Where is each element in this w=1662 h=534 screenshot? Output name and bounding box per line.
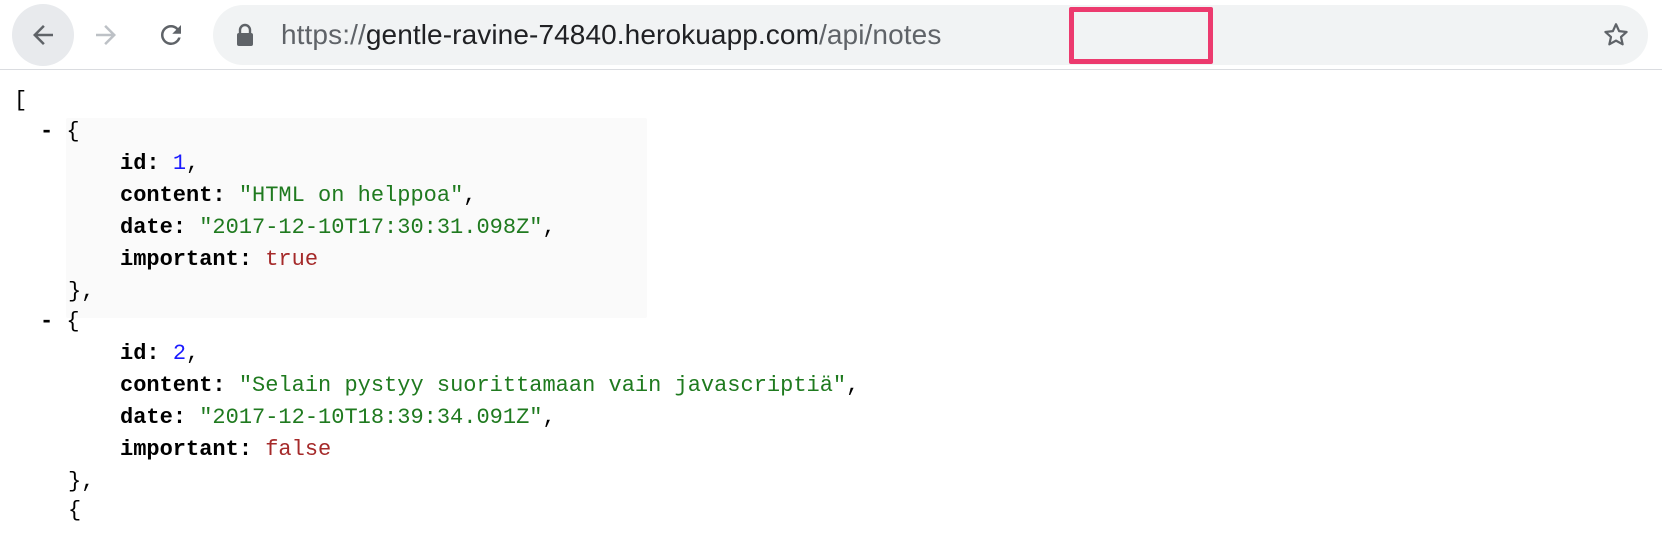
- json-key: date: [120, 405, 173, 430]
- back-button[interactable]: [12, 4, 74, 66]
- url-text[interactable]: https://gentle-ravine-74840.herokuapp.co…: [281, 5, 941, 65]
- star-icon[interactable]: [1602, 21, 1630, 54]
- json-number-value: 1: [172, 151, 187, 176]
- object-open-brace: {: [66, 119, 80, 144]
- json-field-id: id: 1,: [120, 151, 200, 176]
- json-viewer: [ - { id: 1, content: "HTML on helppoa",…: [0, 70, 1662, 534]
- json-field-date: date: "2017-12-10T18:39:34.091Z",: [120, 405, 556, 430]
- url-path: /api/notes: [819, 19, 942, 50]
- json-string-value: "HTML on helppoa": [238, 183, 464, 208]
- json-string-value: "2017-12-10T18:39:34.091Z": [199, 405, 543, 430]
- forward-button[interactable]: [75, 4, 137, 66]
- lock-icon: [235, 23, 255, 52]
- reload-button[interactable]: [140, 4, 202, 66]
- json-field-id: id: 2,: [120, 341, 200, 366]
- json-field-important: important: false: [120, 437, 332, 462]
- json-key: id: [120, 151, 147, 176]
- json-field-content: content: "Selain pystyy suorittamaan vai…: [120, 373, 860, 398]
- address-bar[interactable]: https://gentle-ravine-74840.herokuapp.co…: [213, 5, 1648, 65]
- json-key: important: [120, 247, 239, 272]
- object-close-brace: },: [68, 279, 95, 304]
- json-key: content: [120, 183, 213, 208]
- url-host: gentle-ravine-74840.herokuapp.com: [365, 19, 819, 50]
- browser-toolbar: https://gentle-ravine-74840.herokuapp.co…: [0, 0, 1662, 70]
- json-boolean-value: true: [265, 247, 319, 272]
- back-arrow-icon: [33, 25, 53, 45]
- json-key: important: [120, 437, 239, 462]
- json-string-value: "Selain pystyy suorittamaan vain javascr…: [238, 373, 847, 398]
- json-number-value: 2: [172, 341, 187, 366]
- json-key: id: [120, 341, 147, 366]
- json-key: date: [120, 215, 173, 240]
- json-key: content: [120, 373, 213, 398]
- json-field-date: date: "2017-12-10T17:30:31.098Z",: [120, 215, 556, 240]
- next-object-open-brace: {: [68, 498, 82, 523]
- json-object: - {: [40, 305, 80, 339]
- json-field-important: important: true: [120, 247, 319, 272]
- json-boolean-value: false: [265, 437, 332, 462]
- json-object: - {: [40, 115, 80, 149]
- forward-arrow-icon: [96, 25, 116, 45]
- reload-icon: [160, 24, 181, 45]
- object-open-brace: {: [66, 309, 80, 334]
- collapse-toggle[interactable]: -: [40, 309, 53, 334]
- array-open-bracket: [: [14, 88, 28, 113]
- url-scheme: https://: [281, 19, 366, 50]
- collapse-toggle[interactable]: -: [40, 119, 53, 144]
- json-field-content: content: "HTML on helppoa",: [120, 183, 477, 208]
- json-string-value: "2017-12-10T17:30:31.098Z": [199, 215, 543, 240]
- url-path-highlight: [1069, 7, 1213, 64]
